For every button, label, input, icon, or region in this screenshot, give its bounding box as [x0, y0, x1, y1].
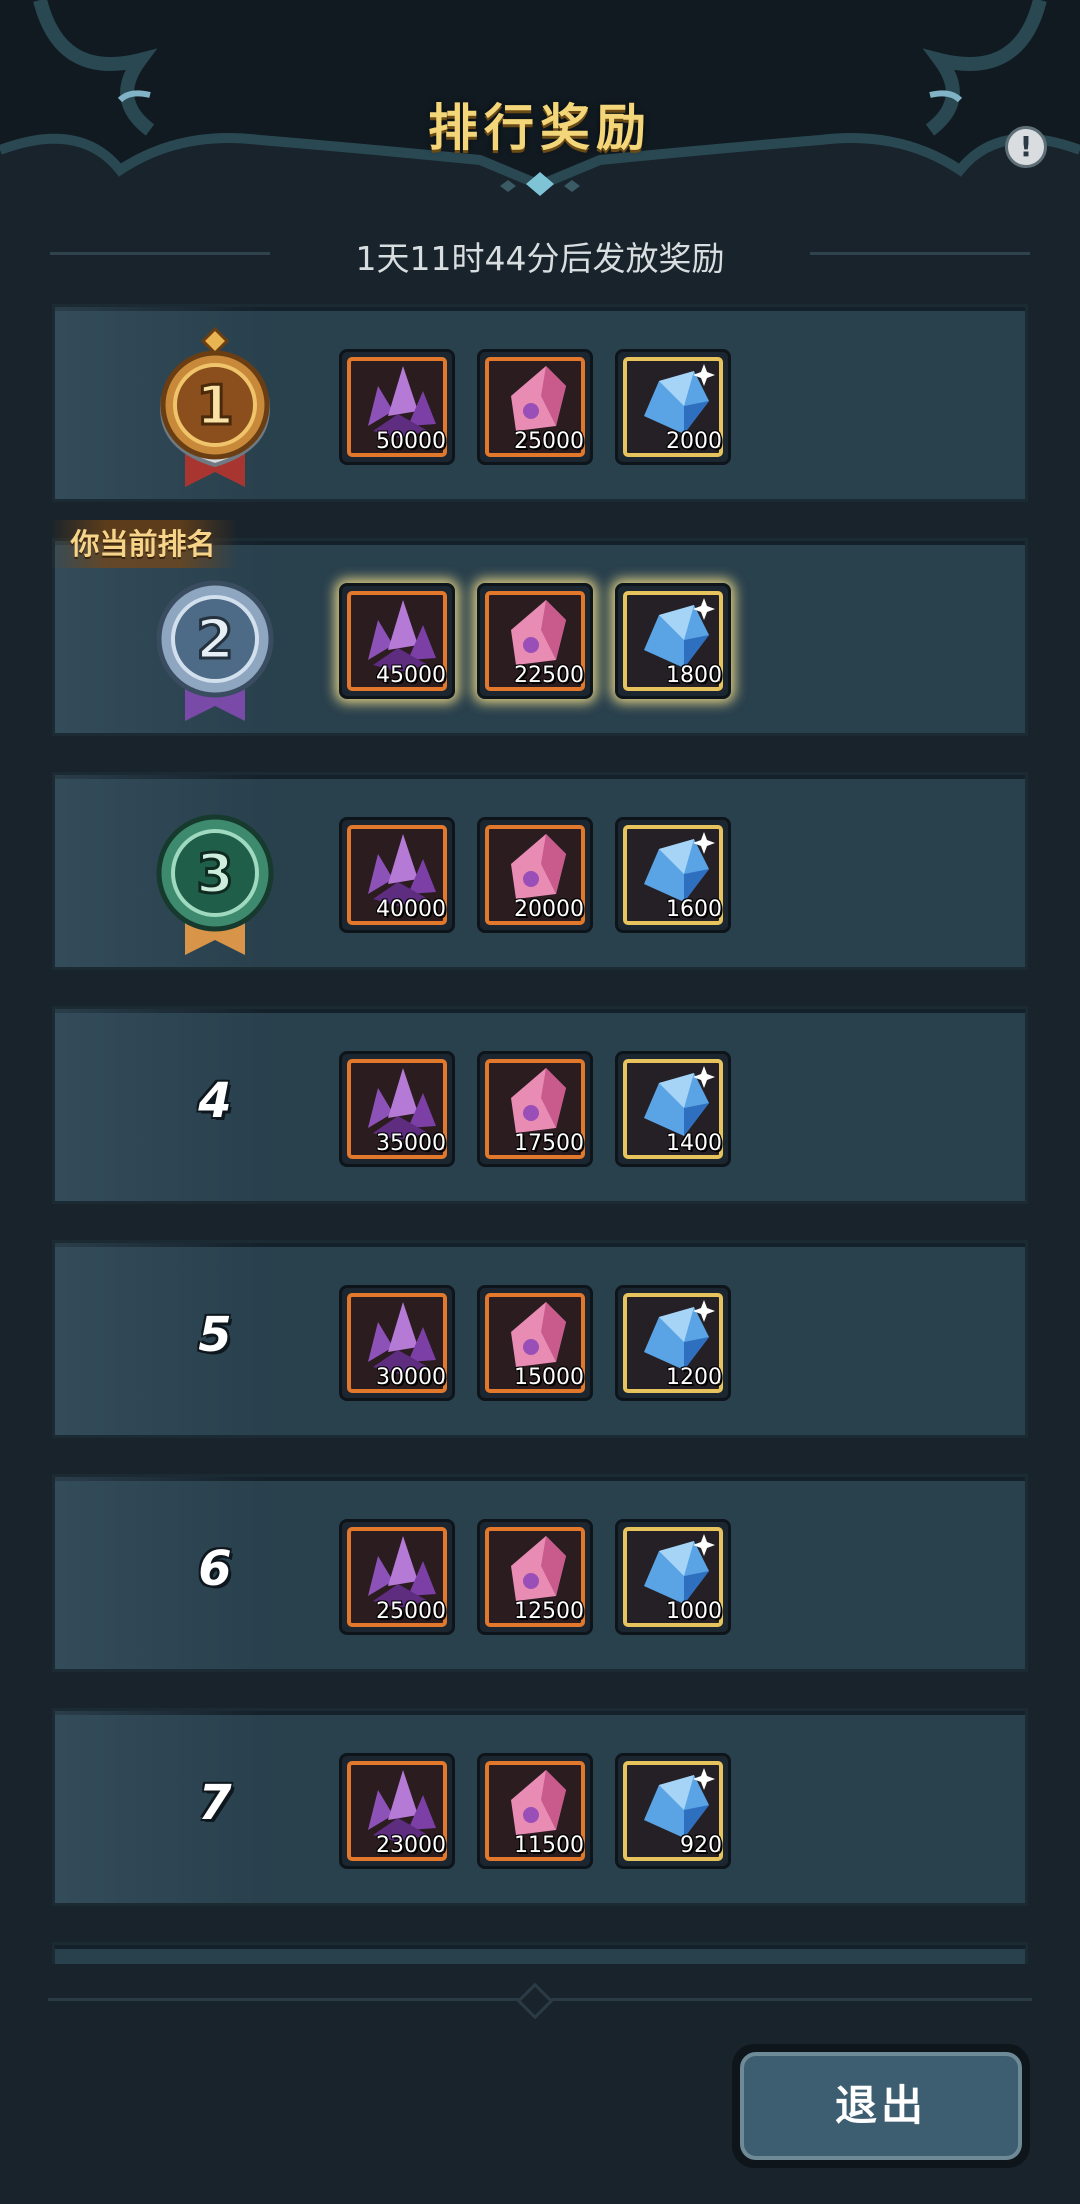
- reward-quantity: 1000: [666, 1599, 722, 1624]
- silver-medal-icon: 2: [156, 580, 274, 721]
- countdown-text: 1天11时44分后发放奖励: [355, 239, 725, 278]
- reward-item-pink-crystal[interactable]: 20000: [477, 817, 593, 933]
- reward-item-blue-crystal[interactable]: 920: [615, 1753, 731, 1869]
- rank-number: 5: [198, 1307, 232, 1363]
- reward-item-purple-crystal[interactable]: 30000: [339, 1285, 455, 1401]
- reward-item-blue-crystal[interactable]: 1000: [615, 1519, 731, 1635]
- reward-quantity: 25000: [514, 429, 584, 454]
- reward-list[interactable]: 1 50000 25000 2000 2 45000 22500 1800 3 …: [52, 304, 1028, 1964]
- rank-row-1: 1 50000 25000 2000: [52, 304, 1028, 502]
- header: 排行奖励 !: [0, 0, 1080, 230]
- reward-item-purple-crystal[interactable]: 25000: [339, 1519, 455, 1635]
- reward-item-pink-crystal[interactable]: 11500: [477, 1753, 593, 1869]
- reward-item-blue-crystal[interactable]: 1800: [615, 583, 731, 699]
- rank-row-6: 6 25000 12500 1000: [52, 1474, 1028, 1672]
- rank-row-4: 4 35000 17500 1400: [52, 1006, 1028, 1204]
- reward-item-purple-crystal[interactable]: 35000: [339, 1051, 455, 1167]
- reward-item-pink-crystal[interactable]: 22500: [477, 583, 593, 699]
- reward-quantity: 17500: [514, 1131, 584, 1156]
- rank-row-7: 7 23000 11500 920: [52, 1708, 1028, 1906]
- reward-item-pink-crystal[interactable]: 25000: [477, 349, 593, 465]
- reward-item-blue-crystal[interactable]: 2000: [615, 349, 731, 465]
- reward-quantity: 35000: [376, 1131, 446, 1156]
- reward-quantity: 30000: [376, 1365, 446, 1390]
- svg-text:3: 3: [196, 842, 234, 905]
- reward-item-blue-crystal[interactable]: 1200: [615, 1285, 731, 1401]
- rank-number: 6: [198, 1541, 232, 1597]
- reward-quantity: 45000: [376, 663, 446, 688]
- reward-quantity: 15000: [514, 1365, 584, 1390]
- reward-item-blue-crystal[interactable]: 1600: [615, 817, 731, 933]
- exclamation-icon: !: [1019, 130, 1033, 163]
- reward-quantity: 11500: [514, 1833, 584, 1858]
- reward-item-purple-crystal[interactable]: 50000: [339, 349, 455, 465]
- gold-medal-icon: 1: [160, 327, 270, 487]
- exit-button-label: 退出: [740, 2052, 1022, 2160]
- current-rank-tag: 你当前排名: [52, 520, 238, 568]
- reward-quantity: 50000: [376, 429, 446, 454]
- info-button[interactable]: !: [1005, 126, 1047, 168]
- reward-quantity: 1200: [666, 1365, 722, 1390]
- reward-quantity: 12500: [514, 1599, 584, 1624]
- reward-item-pink-crystal[interactable]: 12500: [477, 1519, 593, 1635]
- rank-number: 7: [198, 1775, 232, 1831]
- reward-item-pink-crystal[interactable]: 17500: [477, 1051, 593, 1167]
- reward-quantity: 2000: [666, 429, 722, 454]
- reward-item-pink-crystal[interactable]: 15000: [477, 1285, 593, 1401]
- reward-quantity: 20000: [514, 897, 584, 922]
- reward-item-blue-crystal[interactable]: 1400: [615, 1051, 731, 1167]
- countdown-row: 1天11时44分后发放奖励: [50, 232, 1030, 282]
- footer-diamond-ornament: [516, 1982, 554, 2020]
- reward-quantity: 22500: [514, 663, 584, 688]
- reward-item-purple-crystal[interactable]: 40000: [339, 817, 455, 933]
- rank-row-5: 5 30000 15000 1200: [52, 1240, 1028, 1438]
- reward-quantity: 23000: [376, 1833, 446, 1858]
- reward-quantity: 1800: [666, 663, 722, 688]
- green-medal-icon: 3: [156, 814, 274, 955]
- reward-item-purple-crystal[interactable]: 45000: [339, 583, 455, 699]
- exit-button[interactable]: 退出: [732, 2044, 1030, 2168]
- reward-quantity: 1600: [666, 897, 722, 922]
- reward-item-purple-crystal[interactable]: 23000: [339, 1753, 455, 1869]
- svg-text:2: 2: [196, 608, 234, 671]
- rank-row-3: 3 40000 20000 1600: [52, 772, 1028, 970]
- reward-quantity: 1400: [666, 1131, 722, 1156]
- divider-right: [810, 252, 1030, 255]
- reward-quantity: 920: [680, 1833, 722, 1858]
- reward-quantity: 40000: [376, 897, 446, 922]
- rank-row-partial: [52, 1942, 1028, 1964]
- rank-number: 4: [198, 1073, 232, 1129]
- reward-quantity: 25000: [376, 1599, 446, 1624]
- svg-text:1: 1: [196, 374, 234, 437]
- page-title: 排行奖励: [428, 99, 652, 157]
